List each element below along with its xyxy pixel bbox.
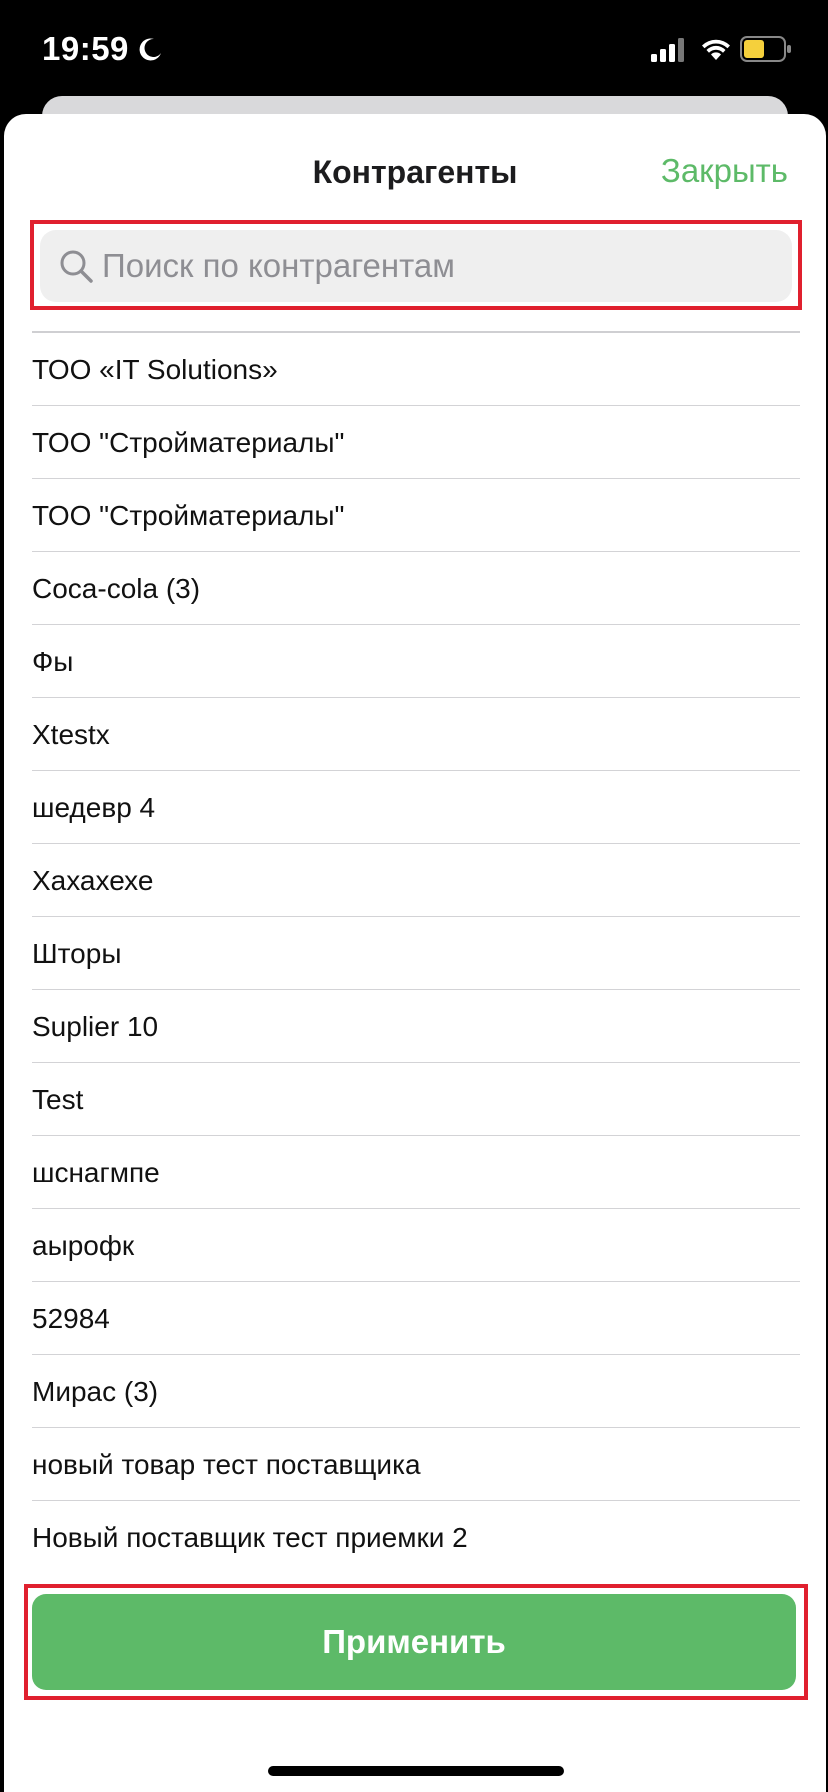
battery-icon [740, 36, 791, 62]
counterparty-list-item[interactable]: аырофк [32, 1209, 800, 1282]
apply-button[interactable]: Применить [32, 1594, 796, 1690]
counterparty-list-item[interactable]: шедевр 4 [32, 771, 800, 844]
counterparties-sheet: Контрагенты Закрыть ТОО «IT Solutions»ТО… [4, 114, 826, 1792]
close-button[interactable]: Закрыть [661, 152, 788, 190]
counterparty-list-item[interactable]: Фы [32, 625, 800, 698]
counterparty-list-item[interactable]: новый товар тест поставщика [32, 1428, 800, 1501]
counterparty-list-item[interactable]: 52984 [32, 1282, 800, 1355]
counterparty-list-item[interactable]: ТОО «IT Solutions» [32, 333, 800, 406]
counterparty-list-item[interactable]: шснагмпе [32, 1136, 800, 1209]
counterparty-list-item[interactable]: Хахахехе [32, 844, 800, 917]
counterparty-list-item[interactable]: ТОО "Стройматериалы" [32, 479, 800, 552]
counterparty-list-item[interactable]: Test [32, 1063, 800, 1136]
status-time: 19:59 [42, 30, 129, 67]
status-bar: 19:59 [0, 0, 828, 100]
counterparty-list-item[interactable]: Мирас (3) [32, 1355, 800, 1428]
counterparty-list: ТОО «IT Solutions» ТОО "Стройматериалы" ТО… [32, 333, 800, 1574]
signal-icon [651, 38, 684, 62]
search-box[interactable] [40, 230, 792, 302]
counterparty-list-item[interactable]: Suplier 10 [32, 990, 800, 1063]
counterparty-list-item[interactable]: Новый поставщик тест приемки 2 [32, 1501, 800, 1574]
counterparty-list-item[interactable]: ТОО "Стройматериалы" [32, 406, 800, 479]
counterparty-list-item[interactable]: Coca-cola (3) [32, 552, 800, 625]
counterparty-list-item[interactable]: Xtestx [32, 698, 800, 771]
moon-icon [139, 38, 161, 61]
search-input[interactable] [102, 230, 782, 302]
counterparty-list-item[interactable]: Шторы [32, 917, 800, 990]
home-indicator [268, 1766, 564, 1776]
wifi-icon [702, 39, 730, 60]
search-icon [60, 250, 93, 283]
